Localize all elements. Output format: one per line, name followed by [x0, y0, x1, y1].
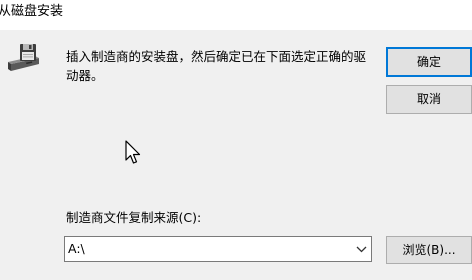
floppy-disk-drive-icon — [8, 44, 39, 71]
cancel-button[interactable]: 取消 — [386, 85, 472, 114]
dialog-title: 从磁盘安装 — [0, 4, 64, 19]
browse-button[interactable]: 浏览(B)... — [386, 236, 472, 264]
chevron-down-icon[interactable] — [356, 244, 367, 254]
mouse-pointer-icon — [125, 140, 141, 164]
install-from-disk-dialog: 从磁盘安装 插入制造商的安装盘，然后确定已在下面选定正确的驱动器。 确定 取消 … — [0, 0, 472, 280]
copy-from-value[interactable]: A:\ — [68, 241, 85, 257]
copy-from-combobox[interactable]: A:\ — [64, 236, 372, 262]
copy-from-label: 制造商文件复制来源(C): — [66, 210, 202, 225]
title-bar: 从磁盘安装 — [0, 0, 472, 30]
ok-button[interactable]: 确定 — [386, 47, 472, 77]
instruction-message: 插入制造商的安装盘，然后确定已在下面选定正确的驱动器。 — [66, 49, 367, 83]
